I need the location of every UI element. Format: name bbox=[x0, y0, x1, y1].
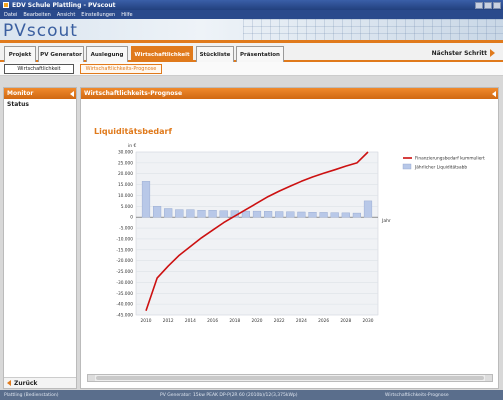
legend-label-line: Finanzierungsbedarf kummuliert bbox=[415, 156, 485, 162]
window-controls bbox=[475, 1, 503, 9]
bar bbox=[219, 210, 228, 218]
legend-bar-swatch bbox=[402, 163, 412, 170]
tab-projekt[interactable]: Projekt bbox=[4, 46, 36, 62]
menu-bearbeiten[interactable]: Bearbeiten bbox=[23, 12, 50, 18]
x-axis-label: Jahr bbox=[381, 218, 391, 224]
minimize-icon[interactable] bbox=[475, 1, 483, 9]
y-tick-label: -10.000 bbox=[116, 236, 133, 242]
x-tick-label: 2024 bbox=[296, 318, 307, 324]
bar bbox=[252, 210, 262, 218]
x-tick-label: 2026 bbox=[318, 318, 329, 324]
maximize-icon[interactable] bbox=[484, 1, 492, 9]
scrollbar-thumb[interactable] bbox=[96, 376, 484, 380]
menu-hilfe[interactable]: Hilfe bbox=[121, 12, 132, 18]
collapse-icon[interactable] bbox=[70, 91, 74, 97]
y-tick-label: -20.000 bbox=[116, 258, 133, 264]
y-tick-label: 0 bbox=[130, 215, 133, 221]
y-tick-label: -40.000 bbox=[116, 302, 133, 308]
y-tick-label: 30.000 bbox=[118, 150, 133, 156]
sub-tabbar: Wirtschaftlichkeit Wirtschaftlichkeits-P… bbox=[0, 62, 503, 76]
y-tick-label: -25.000 bbox=[116, 269, 133, 275]
prognose-panel: Wirtschaftlichkeits-Prognose Liquiditäts… bbox=[80, 87, 499, 389]
bar bbox=[197, 210, 206, 218]
x-tick-label: 2020 bbox=[252, 318, 263, 324]
legend-label-bar: Jährlicher Liquiditätsabb bbox=[414, 165, 467, 171]
next-step-button[interactable]: Nächster Schritt bbox=[432, 49, 495, 57]
subtab-wirtschaftlichkeit[interactable]: Wirtschaftlichkeit bbox=[4, 64, 74, 74]
window-title: EDV Schule Plattling - PVscout bbox=[12, 1, 116, 9]
y-tick-label: 15.000 bbox=[118, 182, 133, 188]
statusbar: Plattling (Bedienstation) PV Generator: … bbox=[0, 390, 503, 400]
main-tabbar: Projekt PV Generator Auslegung Wirtschaf… bbox=[0, 43, 503, 62]
y-tick-label: -45.000 bbox=[116, 313, 133, 319]
bar bbox=[363, 200, 373, 218]
y-tick-label: -35.000 bbox=[116, 291, 133, 297]
banner-decoration bbox=[243, 19, 503, 40]
scroll-right-icon[interactable] bbox=[485, 375, 492, 381]
bar bbox=[164, 208, 173, 218]
x-tick-label: 2022 bbox=[274, 318, 285, 324]
bar bbox=[308, 212, 317, 218]
x-tick-label: 2018 bbox=[229, 318, 240, 324]
y-tick-label: 25.000 bbox=[118, 160, 133, 166]
tab-praesentation[interactable]: Präsentation bbox=[236, 46, 284, 62]
monitor-panel-header: Monitor bbox=[4, 88, 76, 99]
next-step-label: Nächster Schritt bbox=[431, 49, 487, 57]
window-titlebar: EDV Schule Plattling - PVscout bbox=[0, 0, 503, 10]
bar bbox=[153, 206, 162, 218]
y-tick-label: 5.000 bbox=[121, 204, 134, 210]
monitor-title: Monitor bbox=[7, 90, 34, 97]
back-label: Zurück bbox=[14, 379, 38, 387]
tab-stueckliste[interactable]: Stückliste bbox=[196, 46, 234, 62]
arrow-left-icon bbox=[7, 380, 11, 386]
y-tick-label: 10.000 bbox=[118, 193, 133, 199]
bar bbox=[141, 181, 151, 218]
y-tick-label: -30.000 bbox=[116, 280, 133, 286]
arrow-right-icon bbox=[490, 49, 495, 57]
status-label: Status bbox=[7, 101, 29, 108]
tab-auslegung[interactable]: Auslegung bbox=[86, 46, 128, 62]
tab-wirtschaftlichkeit[interactable]: Wirtschaftlichkeit bbox=[131, 46, 193, 62]
y-tick-label: -5.000 bbox=[119, 226, 133, 232]
menu-ansicht[interactable]: Ansicht bbox=[57, 12, 75, 18]
bar bbox=[286, 211, 295, 218]
monitor-panel: Monitor Status Zurück bbox=[3, 87, 77, 389]
app-icon bbox=[3, 2, 9, 8]
y-axis-label: in € bbox=[128, 143, 137, 149]
status-view: Wirtschaftlichkeits-Prognose bbox=[385, 392, 449, 398]
bar bbox=[330, 212, 339, 218]
horizontal-scrollbar[interactable] bbox=[87, 374, 493, 382]
x-tick-label: 2030 bbox=[363, 318, 374, 324]
bar bbox=[297, 211, 306, 218]
close-icon[interactable] bbox=[493, 1, 501, 9]
bar bbox=[352, 212, 361, 218]
bar bbox=[319, 212, 328, 218]
back-button[interactable]: Zurück bbox=[4, 377, 76, 388]
bar bbox=[186, 209, 195, 218]
status-generator: PV Generator: 15kw PEAK DP-P(2R 60 (2010… bbox=[160, 392, 298, 398]
bar bbox=[275, 211, 284, 218]
menu-einstellungen[interactable]: Einstellungen bbox=[81, 12, 115, 18]
x-tick-label: 2014 bbox=[185, 318, 196, 324]
liquidity-chart: 30.000 25.000 20.000 15.000 10.000 5.000 0 -5.0… bbox=[116, 143, 485, 324]
menubar: Datei Bearbeiten Ansicht Einstellungen H… bbox=[0, 10, 503, 19]
scroll-left-icon[interactable] bbox=[88, 375, 95, 381]
y-tick-label: -15.000 bbox=[116, 247, 133, 253]
tab-pv-generator[interactable]: PV Generator bbox=[38, 46, 84, 62]
x-tick-label: 2028 bbox=[340, 318, 351, 324]
app-banner: PVscout bbox=[0, 19, 503, 43]
x-tick-label: 2016 bbox=[207, 318, 218, 324]
y-tick-label: 20.000 bbox=[118, 171, 133, 177]
brand-logo: PVscout bbox=[3, 21, 78, 41]
subtab-prognose[interactable]: Wirtschaftlichkeits-Prognose bbox=[80, 64, 162, 74]
bar bbox=[175, 209, 184, 218]
status-location: Plattling (Bedienstation) bbox=[4, 392, 59, 398]
x-tick-label: 2010 bbox=[141, 318, 152, 324]
x-tick-label: 2012 bbox=[163, 318, 174, 324]
bar bbox=[208, 210, 217, 218]
bar bbox=[264, 211, 273, 218]
menu-datei[interactable]: Datei bbox=[4, 12, 17, 18]
plot-area bbox=[135, 151, 379, 316]
bar bbox=[341, 212, 350, 218]
